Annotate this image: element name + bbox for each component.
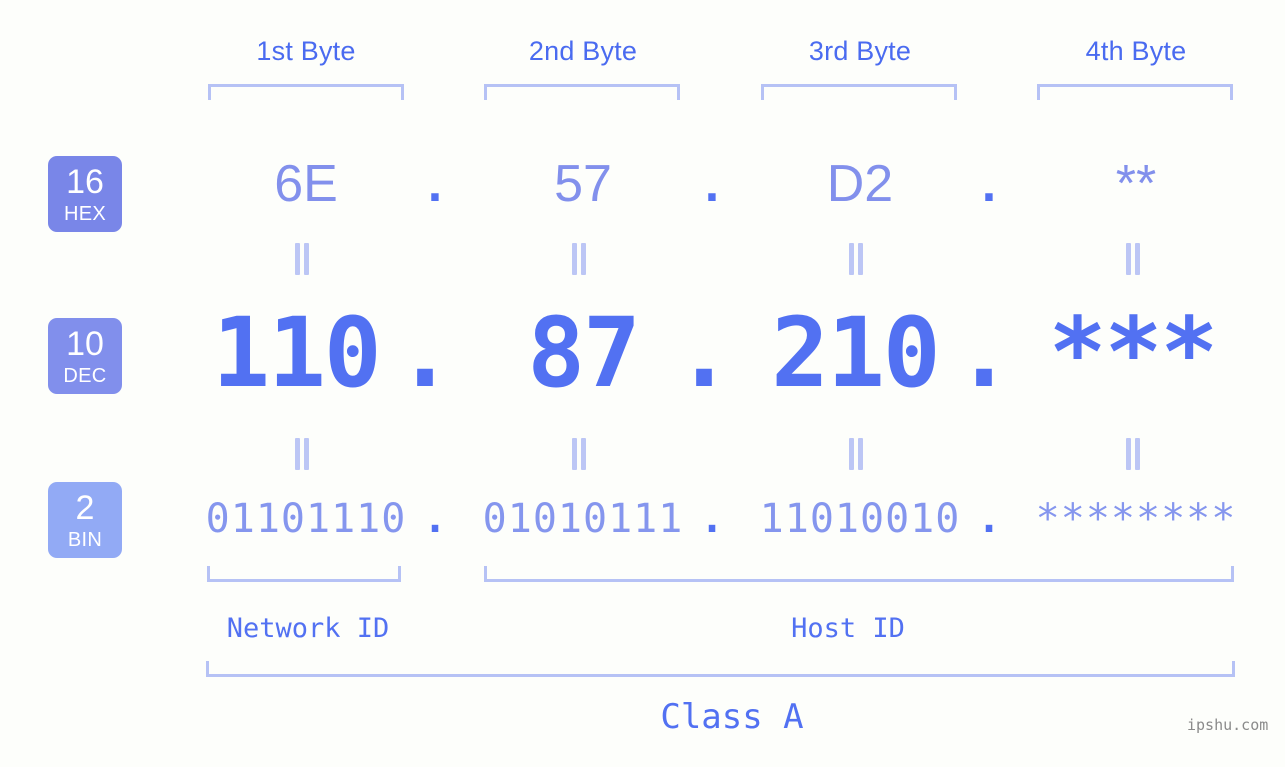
hex-separator-3: . [981,155,997,213]
bin-separator-1: . [422,496,448,542]
dec-separator-3: . [955,297,1013,409]
badge-hex-label: HEX [63,202,107,225]
dec-byte-2: 87 [527,297,641,409]
bin-byte-3: 11010010 [759,496,961,542]
byte-header-4: 4th Byte [1085,36,1187,66]
equals-mark-hex-dec-2 [570,243,588,275]
dec-separator-2: . [675,297,733,409]
hex-byte-3: D2 [826,155,894,213]
byte-bracket-1-icon [208,84,404,100]
class-label: Class A [660,697,804,737]
bin-byte-1: 01101110 [205,496,407,542]
equals-mark-dec-bin-1 [293,438,311,470]
equals-mark-hex-dec-1 [293,243,311,275]
site-watermark: ipshu.com [1187,716,1269,734]
byte-bracket-2-icon [484,84,680,100]
host-id-label: Host ID [791,613,905,644]
byte-header-2: 2nd Byte [528,36,638,66]
badge-hex-number: 16 [66,162,104,201]
dec-byte-4: *** [1048,297,1218,409]
badge-dec-label: DEC [63,364,107,387]
host-id-bracket-icon [484,566,1234,582]
equals-mark-dec-bin-3 [847,438,865,470]
hex-byte-1: 6E [274,155,338,213]
equals-mark-hex-dec-3 [847,243,865,275]
badge-dec: 10 DEC [48,318,122,394]
equals-mark-dec-bin-2 [570,438,588,470]
byte-bracket-3-icon [761,84,957,100]
equals-mark-dec-bin-4 [1124,438,1142,470]
dec-byte-3: 210 [771,297,940,409]
bin-separator-2: . [699,496,725,542]
byte-header-1: 1st Byte [256,36,356,66]
dec-separator-1: . [396,297,454,409]
byte-bracket-4-icon [1037,84,1233,100]
badge-bin-number: 2 [75,488,95,527]
badge-dec-number: 10 [66,324,104,363]
badge-bin-label: BIN [67,528,103,551]
badge-hex: 16 HEX [48,156,122,232]
network-id-bracket-icon [207,566,401,582]
ip-address-breakdown-diagram: 1st Byte 2nd Byte 3rd Byte 4th Byte 16 H… [0,0,1285,767]
badge-bin: 2 BIN [48,482,122,558]
network-id-label: Network ID [226,613,390,644]
equals-mark-hex-dec-4 [1124,243,1142,275]
bin-separator-3: . [976,496,1002,542]
bin-byte-4: ******** [1035,496,1237,542]
byte-header-3: 3rd Byte [808,36,912,66]
hex-byte-4: ** [1115,155,1157,213]
hex-byte-2: 57 [554,155,612,213]
dec-byte-1: 110 [212,297,381,409]
bin-byte-2: 01010111 [482,496,684,542]
hex-separator-2: . [704,155,720,213]
class-bracket-icon [206,661,1235,677]
hex-separator-1: . [427,155,443,213]
